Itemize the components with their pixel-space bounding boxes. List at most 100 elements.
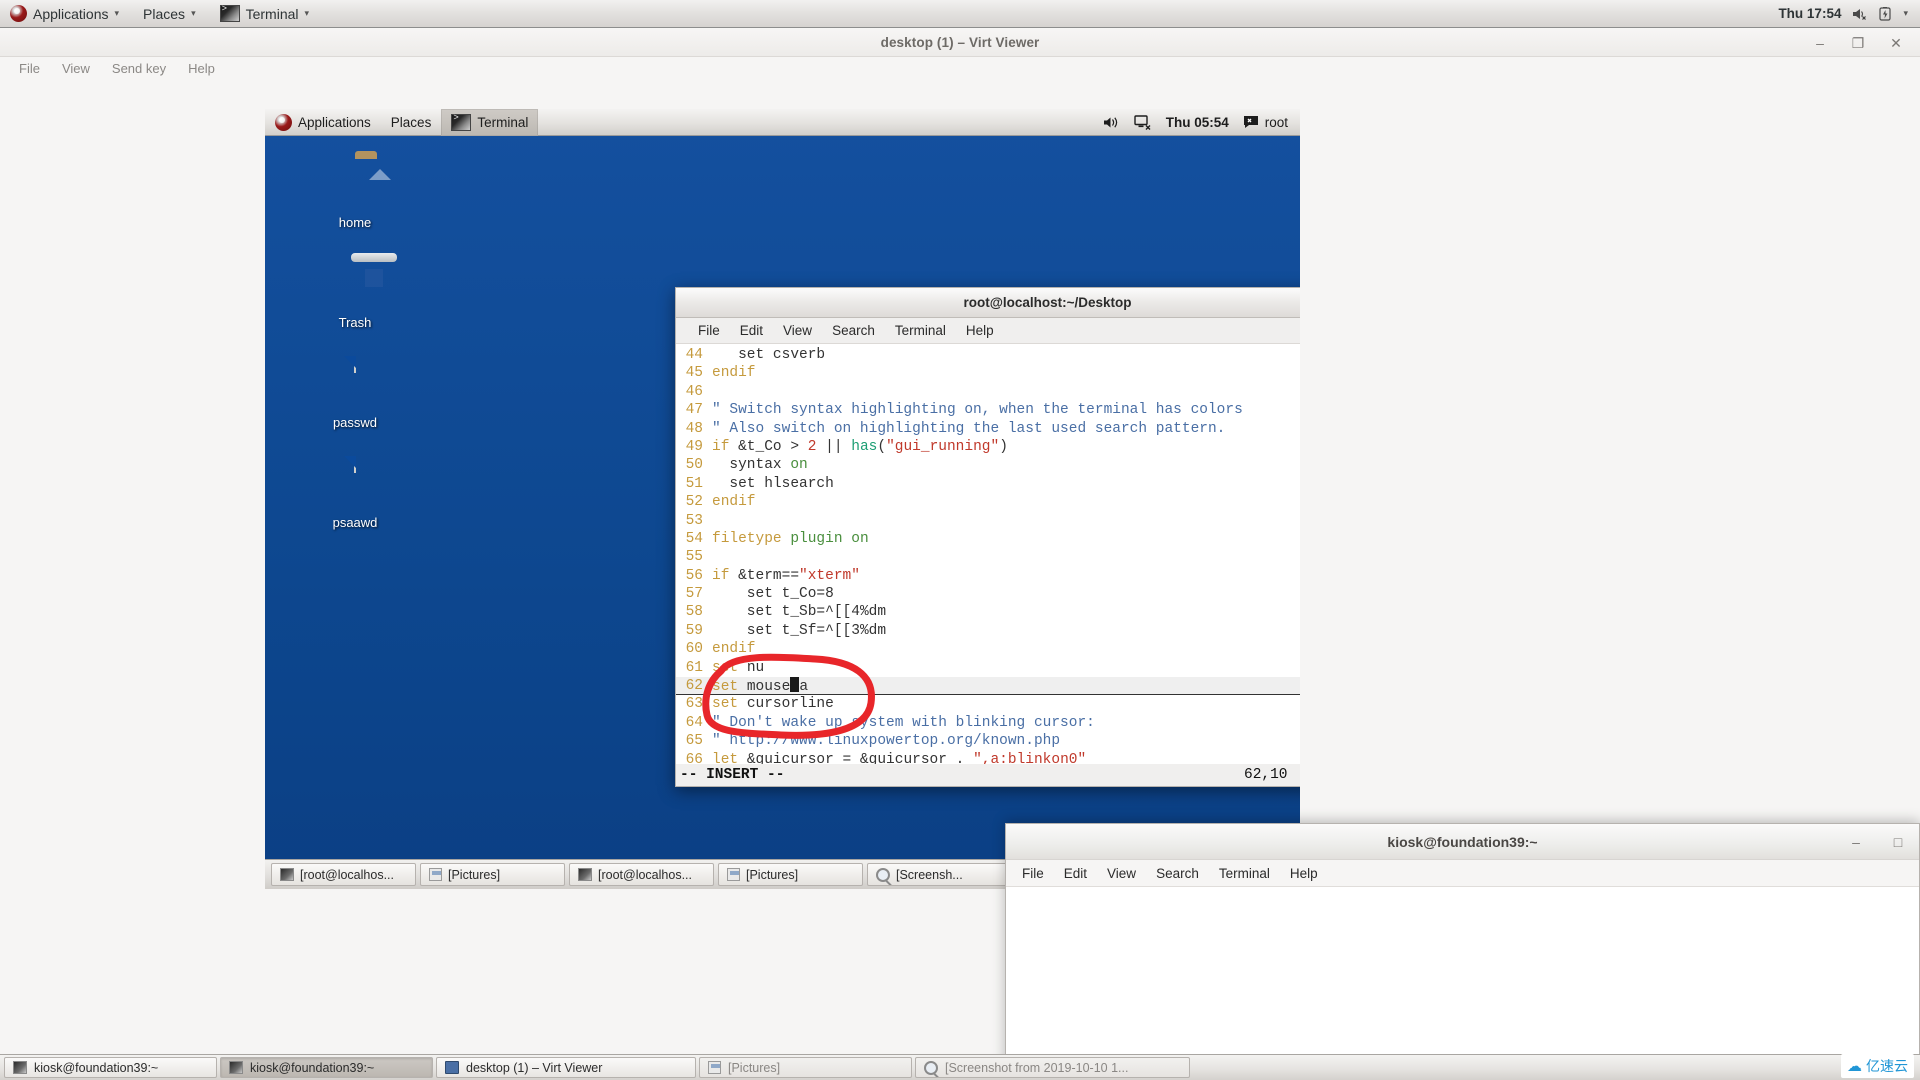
desktop-icon-trash-label: Trash <box>338 315 372 330</box>
vim-token: filetype <box>712 530 791 547</box>
virt-viewer-window-controls: – ❐ ✕ <box>1812 28 1914 57</box>
menu-file[interactable]: File <box>688 318 730 344</box>
vim-line-number: 60 <box>685 641 703 658</box>
host-task-pictures[interactable]: [Pictures] <box>699 1057 912 1078</box>
vv-menu-file[interactable]: File <box>8 57 51 81</box>
vim-line: 65 " http://www.linuxpowertop.org/known.p… <box>676 732 1300 750</box>
host-task-kiosk-1[interactable]: kiosk@foundation39:~ <box>4 1057 217 1078</box>
vim-token: endif <box>712 641 756 658</box>
vim-text-area[interactable]: 44 set csverb 45 endif 46 47 " Switch syntax … <box>676 346 1300 769</box>
network-disconnected-icon[interactable] <box>1134 114 1152 130</box>
guest-task-root-terminal-2[interactable]: [root@localhos... <box>569 863 714 886</box>
guest-menu-places-label: Places <box>390 114 432 130</box>
kiosk-menu-help[interactable]: Help <box>1280 860 1328 887</box>
vv-menu-send-key[interactable]: Send key <box>101 57 177 81</box>
vim-line: 50 syntax on <box>676 456 1300 474</box>
vim-line-text <box>712 383 1300 401</box>
guest-task-label: [Pictures] <box>746 867 799 882</box>
minimize-button[interactable]: – <box>1812 35 1828 51</box>
vim-line-number: 52 <box>685 494 703 511</box>
guest-clock[interactable]: Thu 05:54 <box>1166 115 1229 130</box>
guest-user-menu[interactable]: root <box>1243 115 1288 130</box>
host-task-virt-viewer[interactable]: desktop (1) – Virt Viewer <box>436 1057 696 1078</box>
kiosk-menu-edit[interactable]: Edit <box>1054 860 1097 887</box>
vim-line: 55 <box>676 548 1300 566</box>
vim-token: t_Sb=^[[4%dm <box>781 604 887 621</box>
guest-task-screenshot[interactable]: [Screensh... <box>867 863 1012 886</box>
kiosk-terminal-titlebar[interactable]: kiosk@foundation39:~ – □ <box>1006 824 1919 860</box>
kiosk-menu-terminal[interactable]: Terminal <box>1209 860 1280 887</box>
vim-status-line: -- INSERT -- 62,10 Bot <box>676 764 1300 786</box>
desktop-icon-psaawd[interactable]: psaawd <box>309 456 401 530</box>
host-menu-places-label: Places <box>143 5 186 22</box>
battery-charging-icon[interactable] <box>1877 6 1893 22</box>
kiosk-terminal-body[interactable] <box>1006 887 1919 1080</box>
guest-task-root-terminal-1[interactable]: [root@localhos... <box>271 863 416 886</box>
guest-task-pictures-1[interactable]: [Pictures] <box>420 863 565 886</box>
kiosk-menu-file[interactable]: File <box>1012 860 1054 887</box>
host-menu-applications[interactable]: Applications ▾ <box>0 0 131 28</box>
vim-line-number: 57 <box>685 586 703 603</box>
virt-viewer-titlebar[interactable]: desktop (1) – Virt Viewer – ❐ ✕ <box>0 28 1920 57</box>
vim-line-number: 49 <box>685 438 703 455</box>
root-terminal-titlebar[interactable]: root@localhost:~/Desktop – □ ✕ <box>676 288 1300 318</box>
vv-menu-view[interactable]: View <box>51 57 101 81</box>
maximize-button[interactable]: ❐ <box>1850 35 1866 51</box>
host-task-screenshot[interactable]: [Screenshot from 2019-10-10 1... <box>915 1057 1190 1078</box>
guest-menu-applications[interactable]: Applications <box>265 109 381 136</box>
vim-line-number: 58 <box>685 604 703 621</box>
host-menu-places[interactable]: Places ▾ <box>131 0 208 28</box>
desktop-icon-home[interactable]: home <box>309 157 401 230</box>
guest-desktop: Applications Places Terminal <box>265 109 1300 889</box>
vim-line-number: 65 <box>685 733 703 750</box>
guest-menu-places[interactable]: Places <box>381 109 442 136</box>
vv-menu-help[interactable]: Help <box>177 57 226 81</box>
guest-task-pictures-2[interactable]: [Pictures] <box>718 863 863 886</box>
desktop-icon-trash[interactable]: Trash <box>309 257 401 330</box>
speaker-icon[interactable] <box>1103 115 1120 130</box>
vim-line: 51 set hlsearch <box>676 475 1300 493</box>
minimize-button[interactable]: – <box>1849 834 1863 850</box>
host-menu-terminal[interactable]: Terminal ▾ <box>208 0 321 28</box>
vim-token: " http://www.linuxpowertop.org/known.php <box>712 733 1061 750</box>
close-button[interactable]: ✕ <box>1888 35 1904 51</box>
user-session-icon <box>1243 116 1258 128</box>
vim-line-text: set nu <box>712 659 1300 677</box>
guest-user-label: root <box>1264 114 1288 130</box>
kiosk-menu-search[interactable]: Search <box>1146 860 1209 887</box>
vim-editor[interactable]: 44 set csverb 45 endif 46 47 " Switch syntax … <box>676 344 1300 786</box>
guest-task-label: [Screensh... <box>896 867 963 882</box>
root-terminal-menubar: File Edit View Search Terminal Help <box>676 318 1300 344</box>
vim-line: 58 set t_Sb=^[[4%dm <box>676 603 1300 621</box>
menu-terminal[interactable]: Terminal <box>885 318 956 344</box>
screen-root: Applications ▾ Places ▾ Terminal ▾ Thu 1… <box>0 0 1920 1080</box>
vim-line: 49 if &t_Co > 2 || has("gui_running") <box>676 438 1300 456</box>
terminal-thumbnail-icon <box>451 113 472 131</box>
host-clock[interactable]: Thu 17:54 <box>1778 6 1841 21</box>
vim-token: set <box>712 659 747 676</box>
desktop-icon-passwd[interactable]: passwd <box>309 356 401 430</box>
guest-menu-terminal[interactable]: Terminal <box>441 109 539 136</box>
vim-token: ) <box>999 438 1008 455</box>
vim-line-text <box>712 512 1300 530</box>
chevron-down-icon[interactable]: ▾ <box>1903 8 1908 19</box>
vim-line-text: filetype plugin on <box>712 530 1300 548</box>
menu-view[interactable]: View <box>773 318 822 344</box>
vim-line-number: 44 <box>685 347 703 363</box>
root-terminal-title: root@localhost:~/Desktop <box>963 295 1132 310</box>
maximize-button[interactable]: □ <box>1891 834 1905 850</box>
virt-viewer-window: desktop (1) – Virt Viewer – ❐ ✕ File Vie… <box>0 28 1920 1080</box>
desktop-icon-home-label: home <box>338 215 372 230</box>
kiosk-menu-view[interactable]: View <box>1097 860 1146 887</box>
speaker-muted-icon[interactable] <box>1851 6 1867 22</box>
vim-line-number: 51 <box>685 475 703 492</box>
vim-token: " Don't wake up system with blinking cur… <box>712 714 1095 731</box>
menu-edit[interactable]: Edit <box>730 318 773 344</box>
menu-search[interactable]: Search <box>822 318 885 344</box>
vim-line-number: 56 <box>685 567 703 584</box>
host-task-kiosk-2[interactable]: kiosk@foundation39:~ <box>220 1057 433 1078</box>
guest-top-panel: Applications Places Terminal <box>265 109 1300 136</box>
menu-help[interactable]: Help <box>956 318 1004 344</box>
terminal-icon <box>578 868 592 881</box>
vim-token: set <box>712 586 782 603</box>
